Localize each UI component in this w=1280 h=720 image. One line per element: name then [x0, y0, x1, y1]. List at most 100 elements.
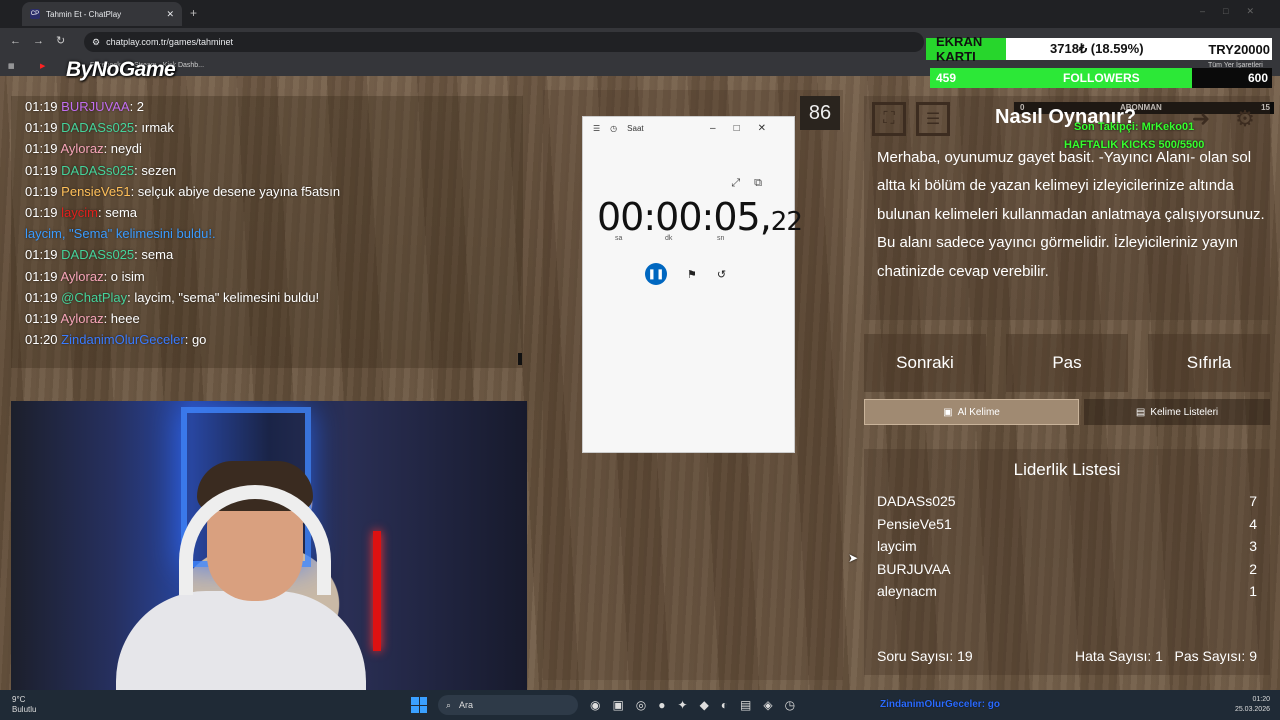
- chat-username[interactable]: Ayloraz: [60, 269, 103, 284]
- chat-time: 01:19: [25, 247, 58, 263]
- chat-message: 01:19 DADASs025: sema: [25, 244, 509, 265]
- mouse-cursor-icon: ➤: [848, 551, 859, 565]
- reset-icon[interactable]: ↺: [717, 268, 726, 281]
- apps-grid-icon[interactable]: ▦: [8, 62, 15, 70]
- stopwatch-controls: ❚❚ ⚑ ↺: [645, 263, 735, 285]
- followers-goal-bar: 459 FOLLOWERS 600: [930, 68, 1272, 88]
- windows-taskbar: 9°C Bulutlu ⌕ Ara ◉▣◎●✦◆◐▤◈◷ ZindanimOlu…: [0, 690, 1280, 720]
- chat-message: 01:19 PensieVe51: selçuk abiye desene ya…: [25, 181, 509, 202]
- settings-gear-icon[interactable]: ⚙: [1228, 102, 1262, 136]
- unit-hours: sa: [615, 235, 623, 242]
- chat-scrollbar[interactable]: [518, 353, 522, 365]
- pause-button[interactable]: ❚❚: [645, 263, 667, 285]
- fullscreen-icon[interactable]: ⛶: [872, 102, 906, 136]
- weather-temp: 9°C: [12, 695, 26, 704]
- navigation-icons[interactable]: ←→↻: [10, 34, 77, 47]
- gpu-donation-goal: EKRAN KARTI 3718₺ (18.59%) TRY20000: [926, 34, 1272, 64]
- chat-username[interactable]: PensieVe51: [61, 184, 130, 199]
- chat-username[interactable]: Ayloraz: [60, 141, 103, 156]
- pass-button[interactable]: Pas: [1006, 334, 1128, 392]
- youtube-icon[interactable]: ▶: [40, 62, 45, 70]
- chat-text: : ırmak: [134, 120, 174, 136]
- panel-right-icons: ➜ ⚙: [1184, 102, 1262, 136]
- taskbar-app-icons[interactable]: ◉▣◎●✦◆◐▤◈◷: [590, 698, 807, 712]
- chat-text: : laycim, "sema" kelimesini buldu!: [127, 289, 320, 305]
- url-field[interactable]: ⚙ chatplay.com.tr/games/tahminet: [84, 32, 924, 52]
- player-score: 2: [1249, 560, 1257, 577]
- clock-window-controls[interactable]: –□✕: [710, 123, 784, 134]
- chat-message: 01:19 BURJUVAA: 2: [25, 96, 509, 117]
- clock-app-window: ☰ ◷ Saat –□✕ ⤢⧉ 00:00:05,22 sa dk sn ❚❚ …: [582, 116, 803, 453]
- red-light-strip: [373, 531, 381, 651]
- chat-time: 01:19: [25, 120, 58, 136]
- start-button[interactable]: [411, 697, 427, 713]
- weekly-kicks: HAFTALIK KICKS 500/5500: [1064, 139, 1205, 151]
- clock-time: 01:20: [1252, 696, 1270, 703]
- chat-text: : selçuk abiye desene yayına f5atsın: [130, 183, 341, 199]
- followers-label: FOLLOWERS: [1063, 71, 1140, 85]
- flag-lap-icon[interactable]: ⚑: [687, 268, 697, 281]
- player-score: 7: [1249, 493, 1257, 509]
- window-controls[interactable]: –□✕: [1200, 6, 1272, 17]
- word-lists-button[interactable]: ▤ Kelime Listeleri: [1084, 399, 1270, 425]
- chat-username[interactable]: ZindanimOlurGeceler: [61, 332, 185, 347]
- chat-text: : o isim: [103, 268, 145, 284]
- chat-username[interactable]: DADASs025: [61, 120, 134, 135]
- taskbar-search[interactable]: ⌕ Ara: [438, 695, 578, 715]
- site-info-icon[interactable]: ⚙: [92, 37, 100, 48]
- chat-text: : sema: [98, 205, 138, 221]
- player-name: PensieVe51: [877, 515, 952, 532]
- unit-seconds: sn: [717, 235, 725, 242]
- clock-app-icon: ◷: [610, 123, 618, 133]
- leaderboard-row: DADASs025 7: [877, 490, 1257, 513]
- expand-icon[interactable]: ⤢⧉: [731, 177, 776, 190]
- chat-username[interactable]: BURJUVAA: [61, 99, 129, 114]
- player-name: laycim: [877, 538, 917, 555]
- goal-label: EKRAN KARTI: [926, 34, 1006, 64]
- leaderboard-row: PensieVe51 4: [877, 513, 1257, 536]
- chat-time: 01:19: [25, 205, 58, 221]
- player-score: 1: [1249, 583, 1257, 600]
- chat-username[interactable]: laycim: [61, 205, 98, 220]
- chat-text: : sezen: [134, 162, 177, 178]
- how-to-play-panel: ⛶ ☰ Nasıl Oynanır? ➜ ⚙ Merhaba, oyunumuz…: [864, 96, 1270, 320]
- search-placeholder: Ara: [459, 700, 474, 710]
- chat-username[interactable]: DADASs025: [61, 247, 134, 262]
- chat-username[interactable]: @ChatPlay: [61, 290, 127, 305]
- next-button[interactable]: Sonraki: [864, 334, 986, 392]
- weather-desc: Bulutlu: [12, 705, 37, 714]
- word-lists-label: Kelime Listeleri: [1150, 406, 1219, 418]
- leaderboard-row: BURJUVAA 2: [877, 558, 1257, 581]
- clock-titlebar: ☰ ◷ Saat –□✕: [583, 117, 794, 139]
- chat-message: 01:19 DADASs025: ırmak: [25, 117, 509, 138]
- webcam-feed: [11, 401, 527, 691]
- browser-tab[interactable]: CP Tahmin Et - ChatPlay ✕: [22, 2, 182, 26]
- tab-close-icon[interactable]: ✕: [166, 9, 174, 20]
- leaderboard-panel: Liderlik Listesi DADASs025 7 PensieVe51 4 la…: [864, 449, 1270, 675]
- notes-icon[interactable]: ☰: [916, 102, 950, 136]
- get-word-label: Al Kelime: [957, 406, 1000, 418]
- system-clock[interactable]: 01:20 25.03.2026: [1235, 695, 1270, 715]
- reset-button[interactable]: Sıfırla: [1148, 334, 1270, 392]
- stopwatch-display: 00:00:05,22: [597, 195, 803, 239]
- menu-icon[interactable]: ☰: [593, 124, 600, 133]
- weather-widget[interactable]: 9°C Bulutlu: [12, 695, 36, 715]
- player-score: 4: [1249, 515, 1257, 532]
- chat-message: 01:19 @ChatPlay: laycim, "sema" kelimesi…: [25, 287, 509, 308]
- new-tab-icon[interactable]: +: [190, 6, 197, 20]
- chat-text: : neydi: [103, 141, 142, 157]
- chat-time: 01:19: [25, 268, 58, 284]
- followers-current: 459: [936, 71, 957, 85]
- goal-progress-value: 3718₺ (18.59%): [1050, 41, 1144, 56]
- chat-message-list: 01:19 BURJUVAA: 2 01:19 DADASs025: ırmak 0…: [11, 96, 523, 350]
- stopwatch-hundredths: 22: [770, 207, 803, 237]
- chat-time: 01:19: [25, 141, 58, 157]
- chat-username[interactable]: DADASs025: [61, 163, 134, 178]
- round-counter: 86: [800, 96, 840, 130]
- leaderboard-row: aleynacm 1: [877, 580, 1257, 603]
- chat-username[interactable]: Ayloraz: [60, 311, 103, 326]
- goal-target: TRY20000: [1208, 41, 1270, 57]
- get-word-button[interactable]: ▣ Al Kelime: [864, 399, 1079, 425]
- chat-time: 01:19: [25, 289, 58, 305]
- chat-text: laycim, "Sema" kelimesini buldu!.: [25, 226, 216, 242]
